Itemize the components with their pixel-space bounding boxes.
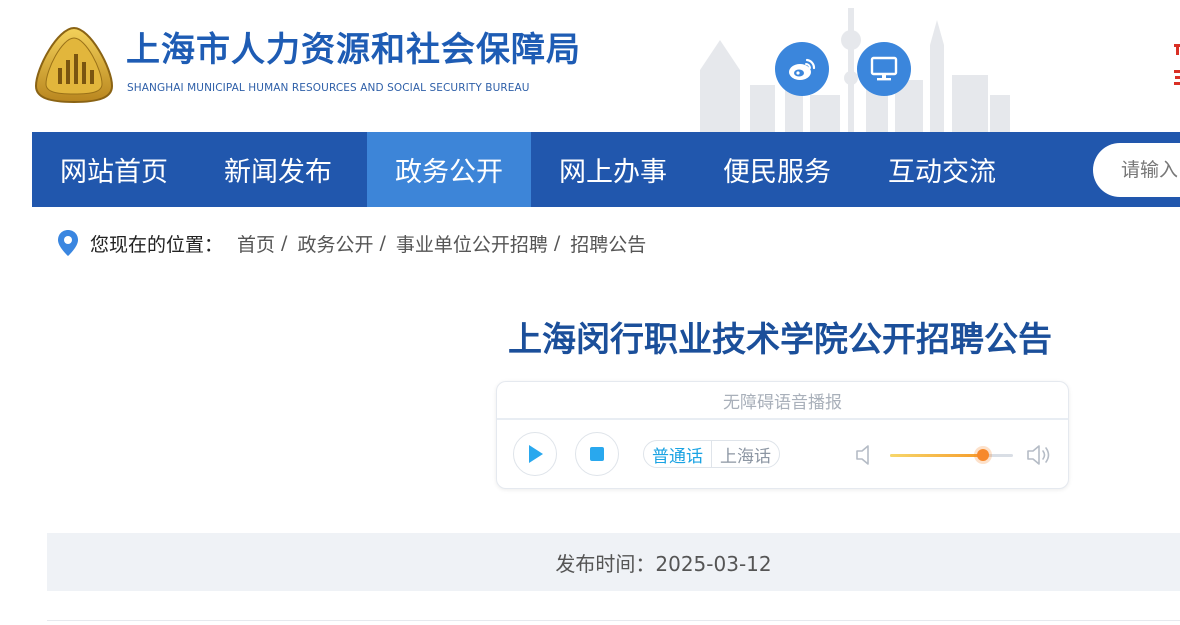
play-icon <box>529 445 543 463</box>
site-header: 上海市人力资源和社会保障局 SHANGHAI MUNICIPAL HUMAN R… <box>0 0 1180 132</box>
weibo-button[interactable] <box>775 42 829 96</box>
volume-knob[interactable] <box>977 449 990 461</box>
main-nav: 网站首页 新闻发布 政务公开 网上办事 便民服务 互动交流 <box>32 132 1180 207</box>
volume-slider[interactable] <box>890 449 1013 461</box>
nav-item-interaction[interactable]: 互动交流 <box>860 132 1024 207</box>
breadcrumb-home[interactable]: 首页 <box>237 230 275 257</box>
stop-icon <box>590 447 604 461</box>
stop-button[interactable] <box>575 432 619 476</box>
breadcrumb-label: 您现在的位置： <box>90 233 224 256</box>
play-button[interactable] <box>513 432 557 476</box>
location-pin-icon <box>58 230 78 256</box>
breadcrumb-separator: / <box>379 232 386 254</box>
publish-info-bar: 发布时间：2025-03-12 <box>47 533 1180 591</box>
audio-player: 无障碍语音播报 普通话 上海话 <box>496 381 1069 489</box>
bureau-emblem-logo[interactable] <box>32 24 116 104</box>
pc-version-button[interactable] <box>857 42 911 96</box>
volume-fill <box>890 454 984 457</box>
article-title: 上海闵行职业技术学院公开招聘公告 <box>508 320 1052 360</box>
site-title: 上海市人力资源和社会保障局 <box>126 30 581 70</box>
nav-item-public-services[interactable]: 便民服务 <box>695 132 859 207</box>
search-box <box>1093 143 1180 197</box>
language-mandarin[interactable]: 普通话 <box>644 441 711 467</box>
content-divider <box>47 620 1180 621</box>
nav-item-online-services[interactable]: 网上办事 <box>531 132 695 207</box>
nav-item-news[interactable]: 新闻发布 <box>196 132 360 207</box>
breadcrumb: 您现在的位置： 首页 / 政务公开 / 事业单位公开招聘 / 招聘公告 <box>56 228 646 258</box>
volume-low-icon <box>856 445 869 465</box>
site-subtitle: SHANGHAI MUNICIPAL HUMAN RESOURCES AND S… <box>127 82 530 94</box>
breadcrumb-government-affairs[interactable]: 政务公开 <box>297 230 373 257</box>
red-text-fragment <box>1174 44 1180 85</box>
weibo-icon <box>789 58 816 80</box>
city-skyline-decoration <box>700 8 1010 132</box>
breadcrumb-recruitment-notice[interactable]: 招聘公告 <box>570 230 646 257</box>
publish-time: 发布时间：2025-03-12 <box>555 551 772 576</box>
language-shanghainese[interactable]: 上海话 <box>711 441 779 467</box>
breadcrumb-separator: / <box>553 232 561 254</box>
language-toggle: 普通话 上海话 <box>643 440 780 468</box>
player-header: 无障碍语音播报 <box>497 382 1068 420</box>
nav-item-home[interactable]: 网站首页 <box>32 132 196 207</box>
volume-high-icon <box>1027 445 1050 465</box>
breadcrumb-public-recruitment[interactable]: 事业单位公开招聘 <box>396 230 548 257</box>
nav-item-government-affairs[interactable]: 政务公开 <box>367 132 531 207</box>
search-input[interactable] <box>1121 159 1180 181</box>
breadcrumb-separator: / <box>281 232 288 254</box>
computer-icon <box>870 56 898 81</box>
